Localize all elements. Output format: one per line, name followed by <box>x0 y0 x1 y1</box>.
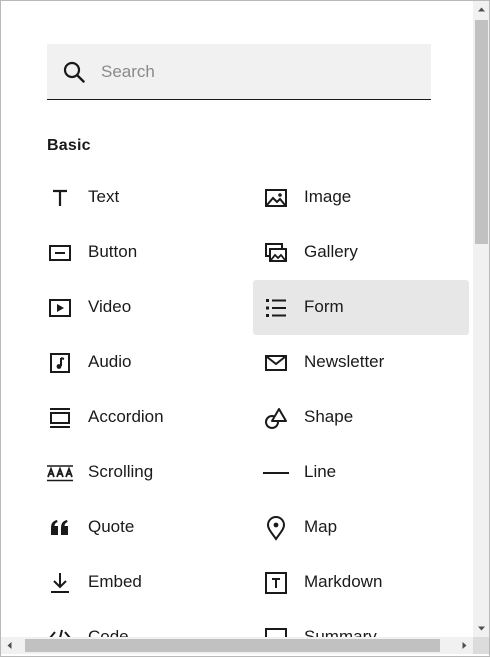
block-label: Video <box>88 297 132 316</box>
scroll-right-arrow-icon[interactable] <box>456 637 473 654</box>
scroll-left-arrow-icon[interactable] <box>1 637 18 654</box>
block-text[interactable]: Text <box>37 170 253 225</box>
block-image[interactable]: Image <box>253 170 469 225</box>
block-markdown[interactable]: Markdown <box>253 555 469 610</box>
block-label: Scrolling <box>88 462 154 481</box>
scroll-down-arrow-icon[interactable] <box>473 620 490 637</box>
block-label: Form <box>304 297 344 316</box>
horizontal-scrollbar[interactable] <box>1 637 473 654</box>
markdown-icon <box>265 572 287 594</box>
block-label: Image <box>304 187 352 206</box>
block-label: Embed <box>88 572 142 591</box>
block-video[interactable]: Video <box>37 280 253 335</box>
block-label: Summary <box>304 627 377 637</box>
search-icon <box>63 61 85 83</box>
line-icon <box>263 472 289 474</box>
block-audio[interactable]: Audio <box>37 335 253 390</box>
block-code[interactable]: Code <box>37 610 253 637</box>
vertical-scrollbar[interactable] <box>473 1 490 637</box>
search-field[interactable] <box>47 44 431 100</box>
quote-icon <box>51 520 68 535</box>
block-picker-content: Basic Text Image <box>1 1 473 637</box>
block-line[interactable]: Line <box>253 445 469 500</box>
section-title-basic: Basic <box>47 137 91 154</box>
block-label: Gallery <box>304 242 358 261</box>
block-newsletter[interactable]: Newsletter <box>253 335 469 390</box>
block-label: Map <box>304 517 338 536</box>
horizontal-scroll-thumb[interactable] <box>25 639 440 652</box>
block-label: Quote <box>88 517 135 536</box>
scroll-up-arrow-icon[interactable] <box>473 1 490 18</box>
block-label: Audio <box>88 352 132 371</box>
block-gallery[interactable]: Gallery <box>253 225 469 280</box>
block-shape[interactable]: Shape <box>253 390 469 445</box>
block-label: Newsletter <box>304 352 385 371</box>
accordion-icon <box>50 408 70 428</box>
block-embed[interactable]: Embed <box>37 555 253 610</box>
block-accordion[interactable]: Accordion <box>37 390 253 445</box>
block-quote[interactable]: Quote <box>37 500 253 555</box>
form-icon <box>266 299 286 317</box>
embed-icon <box>51 573 69 593</box>
block-picker-panel: Basic Text Image <box>0 0 490 657</box>
audio-icon <box>50 353 70 373</box>
block-label: Code <box>88 627 129 637</box>
summary-icon <box>265 628 287 637</box>
code-icon <box>49 629 71 637</box>
block-scrolling[interactable]: Scrolling <box>37 445 253 500</box>
vertical-scroll-thumb[interactable] <box>475 20 488 244</box>
block-label: Accordion <box>88 407 164 426</box>
map-pin-icon <box>266 516 286 541</box>
button-icon <box>49 245 71 261</box>
block-label: Markdown <box>304 572 383 591</box>
gallery-icon <box>265 243 287 262</box>
image-icon <box>265 189 287 207</box>
scrolling-icon <box>47 465 73 482</box>
block-label: Shape <box>304 407 354 426</box>
block-button[interactable]: Button <box>37 225 253 280</box>
shape-icon <box>265 408 287 429</box>
block-summary[interactable]: Summary <box>253 610 469 637</box>
block-label: Text <box>88 187 120 206</box>
search-input[interactable] <box>101 44 421 99</box>
block-label: Line <box>304 462 337 481</box>
block-map[interactable]: Map <box>253 500 469 555</box>
block-form[interactable]: Form <box>253 280 469 335</box>
video-icon <box>49 299 71 317</box>
scrollbar-corner <box>473 637 489 654</box>
newsletter-icon <box>265 355 287 371</box>
text-icon <box>53 189 67 206</box>
block-label: Button <box>88 242 138 261</box>
